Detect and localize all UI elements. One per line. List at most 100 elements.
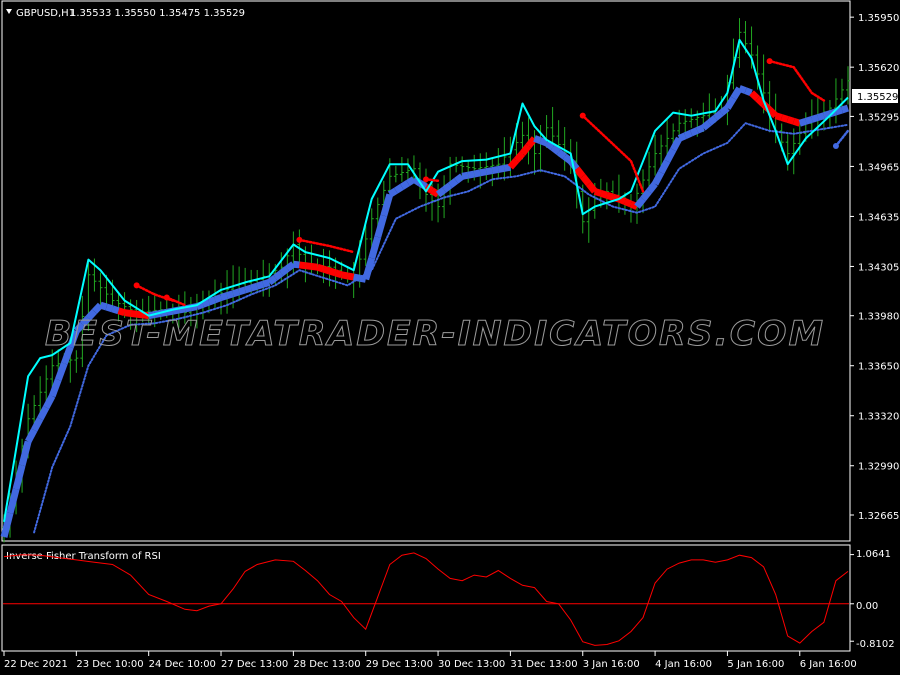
ohlc-readout: 1.35533 1.35550 1.35475 1.35529 — [70, 8, 245, 19]
red-trail-start-dot — [296, 236, 303, 243]
trend-segment-down — [599, 189, 608, 199]
time-tick-label: 22 Dec 2021 — [4, 659, 68, 670]
trend-segment-down — [513, 151, 526, 163]
trend-segment-up — [683, 129, 693, 139]
trend-segment-up — [279, 265, 290, 277]
trend-segment-up — [497, 164, 506, 173]
trend-segment-up — [435, 187, 447, 198]
trend-segment-up — [503, 163, 512, 172]
trend-segment-up — [448, 178, 459, 189]
time-tick-label: 5 Jan 16:00 — [727, 659, 784, 670]
time-tick-label: 24 Dec 10:00 — [149, 659, 216, 670]
trend-segment-up — [353, 273, 361, 282]
trend-segment-up — [207, 296, 217, 306]
trend-segment-up — [562, 153, 573, 164]
trend-segment-down — [593, 188, 602, 197]
time-tick-label: 3 Jan 16:00 — [583, 659, 640, 670]
trend-segment-up — [111, 305, 120, 315]
time-tick-label: 31 Dec 13:00 — [510, 659, 577, 670]
trend-segment-down — [525, 136, 538, 149]
trend-segment-up — [533, 135, 542, 144]
trend-segment-up — [744, 87, 753, 97]
price-tick-label: 1.34965 — [858, 162, 899, 173]
trend-segment-up — [798, 118, 807, 127]
trend-segment-down — [316, 263, 325, 273]
price-tick-label: 1.35295 — [858, 112, 899, 123]
trend-segment-down — [792, 118, 801, 127]
trend-segment-up — [99, 301, 108, 311]
trend-segment-up — [485, 167, 493, 176]
indicator-level-zero: 0.00 — [856, 601, 878, 612]
time-tick-label: 4 Jan 16:00 — [655, 659, 712, 670]
trend-segment-up — [267, 275, 278, 286]
trend-segment-up — [640, 189, 652, 202]
trend-segment-up — [473, 169, 481, 178]
price-tick-label: 1.34305 — [858, 262, 899, 273]
trend-segment-up — [556, 149, 567, 160]
time-tick-label: 30 Dec 13:00 — [438, 659, 505, 670]
symbol-label: GBPUSD,H1 — [16, 8, 75, 19]
trend-segment-up — [695, 124, 705, 134]
trend-segment-up — [701, 120, 712, 131]
red-trail-start-dot — [163, 294, 170, 301]
trend-segment-down — [786, 116, 795, 125]
trend-segment-up — [707, 115, 718, 126]
trend-segment-down — [507, 158, 520, 170]
trend-segment-up — [738, 85, 747, 94]
trend-segment-up — [719, 105, 730, 116]
price-tick-label: 1.33980 — [858, 312, 899, 323]
red-trail-start-dot — [423, 176, 429, 183]
price-tick-label: 1.32665 — [858, 511, 899, 522]
trend-segment-down — [767, 107, 779, 119]
trend-segment-down — [304, 262, 312, 270]
price-tick-label: 1.35950 — [858, 13, 899, 24]
trend-segment-down — [774, 112, 783, 121]
trend-segment-up — [250, 282, 259, 292]
trend-segment-up — [816, 112, 825, 121]
trend-segment-down — [298, 261, 306, 270]
time-tick-label: 29 Dec 13:00 — [366, 659, 433, 670]
trend-segment-down — [322, 265, 331, 275]
time-tick-label: 27 Dec 13:00 — [221, 659, 288, 670]
trend-segment-up — [400, 180, 410, 190]
red-trail-start-dot — [766, 58, 773, 65]
trend-segment-up — [840, 104, 850, 114]
price-tick-label: 1.32990 — [858, 462, 899, 473]
trend-segment-up — [810, 114, 819, 123]
trend-segment-up — [804, 116, 813, 125]
chart-window: BEST-METATRADER-INDICATORS.COM GBPUSD,H1… — [0, 0, 900, 675]
trend-segment-up — [292, 260, 300, 269]
indicator-level-low: -0.8102 — [856, 639, 895, 650]
trend-segment-down — [328, 267, 337, 277]
trend-segment-up — [226, 290, 235, 299]
trend-segment-up — [467, 170, 475, 179]
trend-segment-up — [387, 187, 398, 198]
trend-segment-up — [479, 168, 487, 177]
trend-segment-down — [340, 271, 349, 280]
trend-segment-up — [262, 279, 271, 288]
trend-segment-up — [105, 303, 114, 313]
trend-segment-up — [244, 284, 253, 294]
price-tick-label: 1.33320 — [858, 412, 899, 423]
trend-segment-up — [834, 106, 844, 116]
trend-segment-up — [677, 132, 687, 142]
trend-segment-up — [201, 298, 211, 308]
trend-segment-down — [519, 143, 532, 156]
trend-segment-up — [256, 280, 265, 290]
trend-segment-up — [213, 294, 223, 304]
trend-segment-up — [461, 171, 469, 180]
trend-segment-up — [454, 173, 465, 184]
red-trail-start-dot — [133, 282, 140, 289]
red-trail-start-dot — [579, 112, 586, 119]
trend-segment-up — [393, 183, 404, 194]
watermark-text: BEST-METATRADER-INDICATORS.COM — [45, 314, 825, 354]
trend-segment-down — [580, 174, 592, 187]
time-tick-label: 6 Jan 16:00 — [800, 659, 857, 670]
trend-segment-up — [491, 166, 499, 175]
current-price-label: 1.35529 — [857, 92, 898, 103]
trend-segment-up — [238, 286, 247, 296]
trend-segment-up — [689, 127, 699, 137]
time-tick-label: 28 Dec 13:00 — [293, 659, 360, 670]
trend-segment-down — [623, 198, 633, 208]
trend-segment-up — [550, 144, 561, 155]
